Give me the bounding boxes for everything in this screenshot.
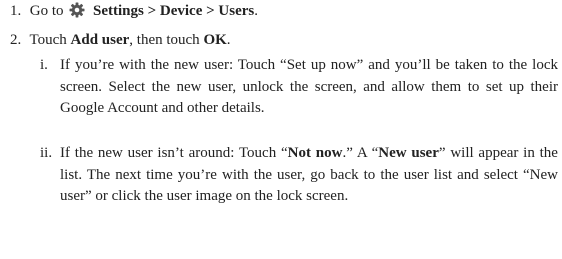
step-text-end: . xyxy=(226,32,231,48)
step-text-end: . xyxy=(254,3,258,19)
step-text: Go to xyxy=(29,3,64,19)
step-text-mid: , then touch xyxy=(129,32,200,48)
substep-text: If the new user isn’t around: Touch “Not… xyxy=(60,143,558,208)
substep-number: ii. xyxy=(40,145,53,161)
new-user-label: New user xyxy=(378,145,439,161)
settings-path: Settings > Device > Users xyxy=(93,3,255,19)
substep-ii: ii. If the new user isn’t around: Touch … xyxy=(40,143,560,253)
step-1: 1. Go to Settings > Device > Users. xyxy=(10,2,258,24)
step-number: 2. xyxy=(10,32,22,48)
substep-text-start: If the new user isn’t around: Touch “ xyxy=(60,145,288,161)
step-text: Touch xyxy=(29,32,67,48)
substep-text: If you’re with the new user: Touch “Set … xyxy=(60,57,558,117)
instruction-document: 1. Go to Settings > Device > Users. 2. T… xyxy=(0,0,562,259)
step-2: 2. Touch Add user, then touch OK. xyxy=(10,31,231,50)
settings-gear-icon xyxy=(69,2,85,24)
substep-i: i. If you’re with the new user: Touch “S… xyxy=(40,55,560,143)
add-user-label: Add user xyxy=(70,32,130,48)
step-number: 1. xyxy=(10,3,22,19)
substep-text-mid: .” A “ xyxy=(342,145,379,161)
ok-label: OK xyxy=(203,32,227,48)
substep-number: i. xyxy=(40,57,48,73)
not-now-label: Not now xyxy=(287,145,343,161)
